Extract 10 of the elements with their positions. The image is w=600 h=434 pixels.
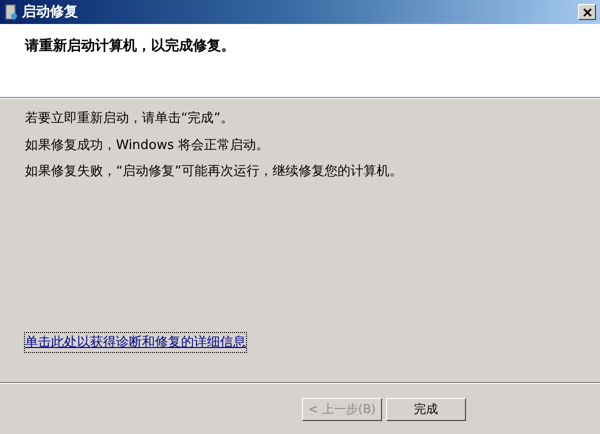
drive-icon <box>4 4 18 20</box>
close-button[interactable] <box>578 4 596 20</box>
message-text: 如果修复失败，“启动修复”可能再次运行，继续修复您的计算机。 <box>25 163 404 181</box>
message-text: 如果修复成功，Windows 将会正常启动。 <box>25 136 270 154</box>
message-text: 若要立即重新启动，请单击“完成”。 <box>25 110 234 128</box>
details-link[interactable]: 单击此处以获得诊断和修复的详细信息 <box>25 332 246 352</box>
heading: 请重新启动计算机，以完成修复。 <box>25 36 236 56</box>
close-icon <box>582 8 592 16</box>
window-title: 启动修复 <box>22 2 78 22</box>
wizard-button[interactable]: 完成 <box>386 398 466 420</box>
